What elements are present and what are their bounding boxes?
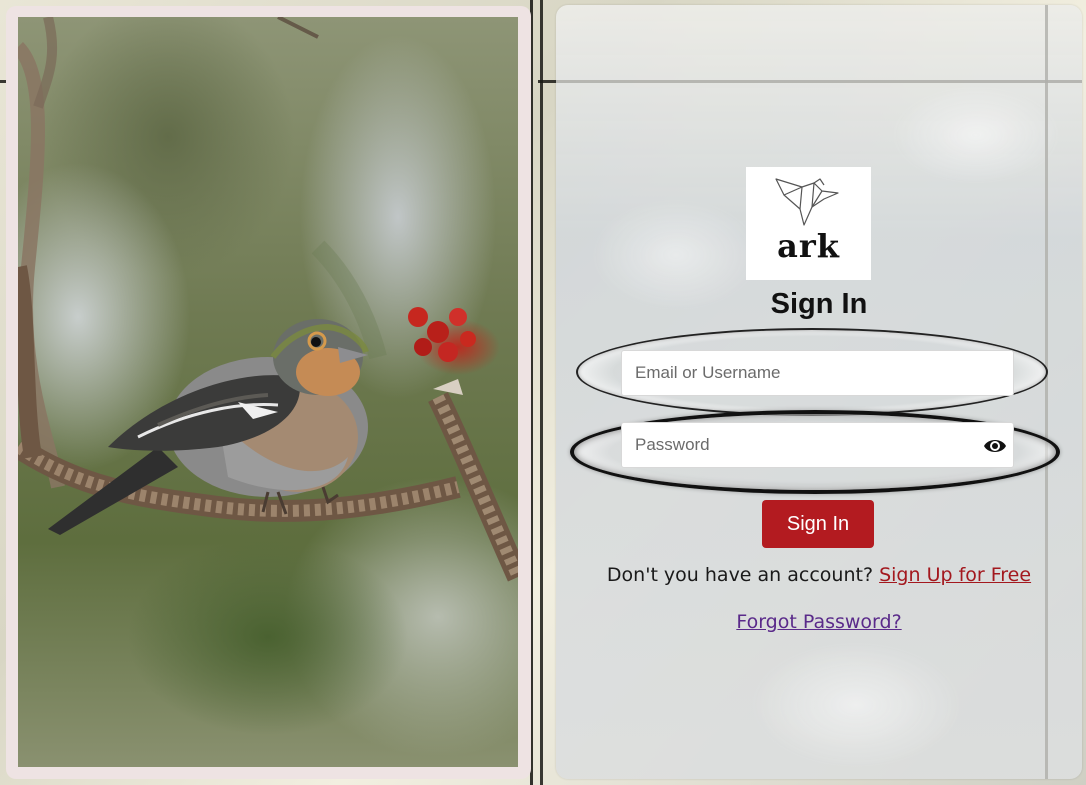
sign-in-button[interactable]: Sign In [762, 500, 874, 548]
sign-in-panel: ark Sign In Sign In Don't you have an ac… [556, 5, 1082, 779]
email-input[interactable] [622, 351, 1013, 395]
ark-logo: ark [746, 167, 871, 280]
panel-divider [556, 80, 1082, 83]
eye-icon[interactable] [983, 435, 1007, 457]
password-field[interactable] [621, 422, 1014, 468]
forgot-password-line: Forgot Password? [556, 611, 1082, 633]
password-input[interactable] [622, 423, 1013, 467]
forgot-password-link[interactable]: Forgot Password? [736, 611, 901, 633]
signup-link[interactable]: Sign Up for Free [879, 564, 1031, 586]
logo-text: ark [777, 227, 840, 265]
page-title: Sign In [770, 288, 868, 320]
panel-divider [1045, 5, 1048, 779]
signup-prompt: Don't you have an account? [606, 564, 874, 586]
hero-photo-card [6, 6, 531, 779]
bird-on-branch-image [18, 17, 518, 582]
email-field[interactable] [621, 350, 1014, 396]
origami-bird-icon [774, 178, 839, 226]
bird-photo [18, 17, 518, 767]
signup-prompt-line: Don't you have an account? Sign Up for F… [556, 564, 1082, 586]
background-tile-line [540, 0, 543, 785]
